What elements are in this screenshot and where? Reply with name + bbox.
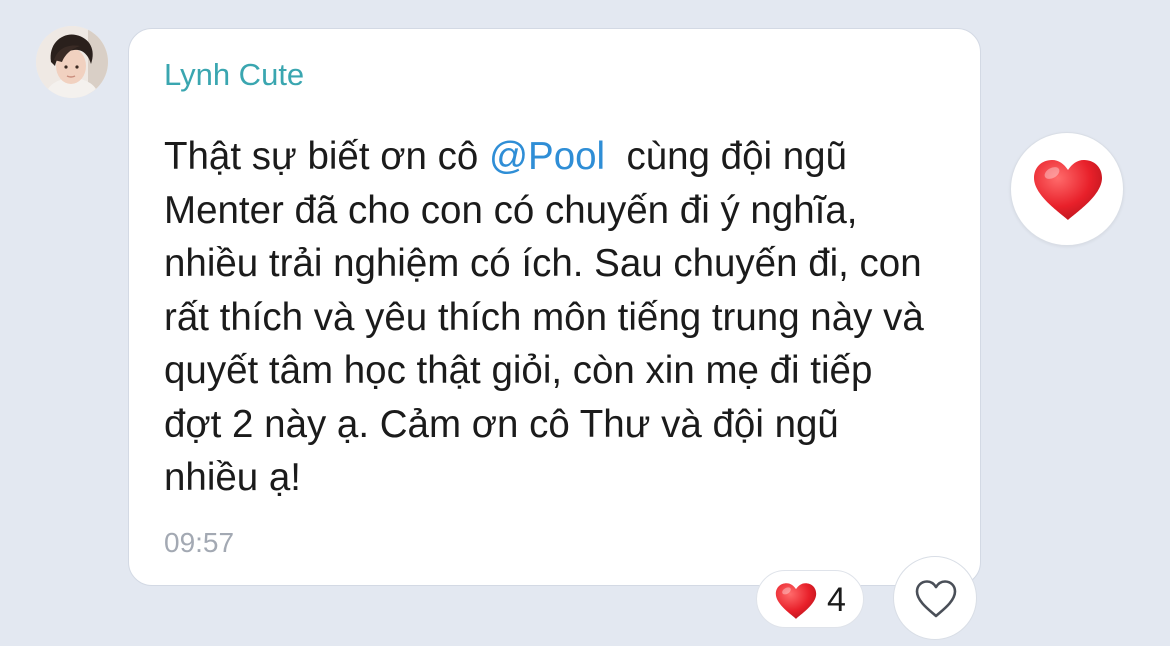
sender-name[interactable]: Lynh Cute [164,57,304,93]
react-button[interactable] [893,556,977,640]
heart-icon [775,583,817,619]
message-timestamp: 09:57 [164,527,235,558]
message-bubble[interactable]: Lynh Cute Thật sự biết ơn cô @Pool cùng … [128,28,981,586]
reaction-count: 4 [827,581,846,619]
message-text-after-mention: cùng đội ngũ Menter đã cho con có chuyến… [164,135,935,499]
message-text: Thật sự biết ơn cô @Pool cùng đội ngũ Me… [164,130,934,505]
message-text-before-mention: Thật sự biết ơn cô [164,135,489,178]
mention-link[interactable]: @Pool [489,135,605,178]
reaction-summary[interactable]: 4 [756,570,864,628]
quick-reaction-button[interactable] [1010,132,1124,246]
heart-icon [1034,160,1102,220]
heart-outline-icon [915,580,957,618]
avatar-image [36,26,108,98]
avatar[interactable] [36,26,108,98]
